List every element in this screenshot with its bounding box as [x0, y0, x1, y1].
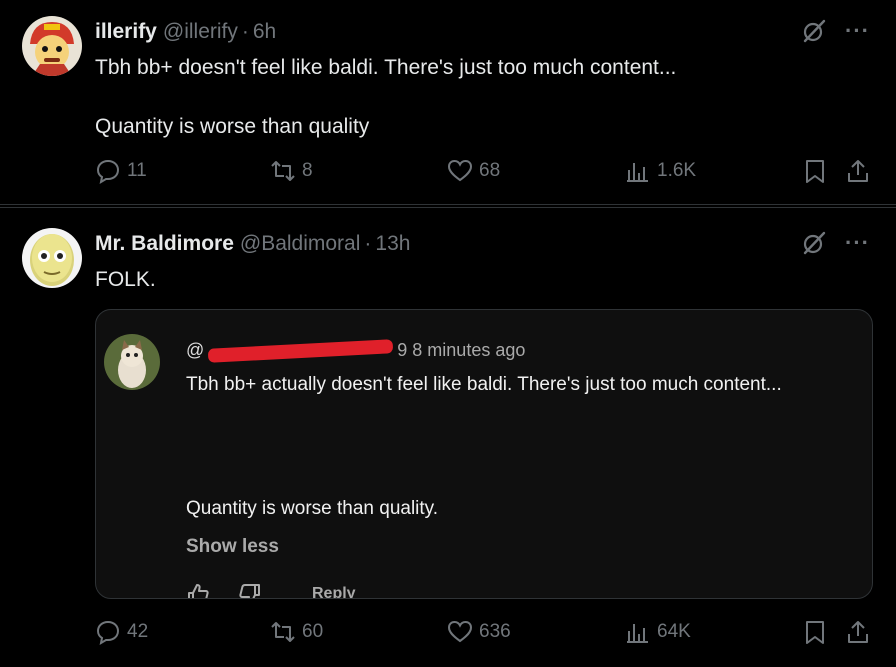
comment-header: @ 9 8 minutes ago [186, 338, 526, 363]
display-name[interactable]: Mr. Baldimore [95, 232, 234, 256]
views-icon [627, 624, 648, 643]
comment-text-line: Quantity is worse than quality. [186, 498, 439, 519]
avatar[interactable] [22, 16, 82, 76]
baldi-avatar-icon [22, 228, 82, 288]
display-name[interactable]: illerify [95, 20, 157, 44]
thumbs-down-icon [239, 584, 260, 598]
repost-count: 60 [302, 621, 324, 642]
reply-button[interactable]: 11 [95, 158, 147, 184]
grok-icon[interactable] [801, 230, 827, 256]
repost-button[interactable]: 8 [270, 158, 313, 184]
repost-icon [271, 622, 295, 642]
comment-text-line: Tbh bb+ actually doesn't feel like baldi… [186, 374, 782, 395]
views-button[interactable]: 64K [625, 619, 691, 645]
more-options-icon[interactable]: ··· [845, 232, 870, 254]
more-options-icon[interactable]: ··· [845, 20, 870, 42]
cat-avatar-icon [104, 334, 160, 390]
separator: · [364, 232, 372, 255]
heart-icon [447, 620, 473, 643]
share-button[interactable] [845, 158, 871, 184]
post-text-line: FOLK. [95, 268, 156, 291]
show-less-link: Show less [186, 536, 279, 557]
redaction-mark [208, 338, 394, 363]
post-baldimore[interactable]: Mr. Baldimore @Baldimoral · 13h ··· FOLK… [0, 207, 896, 667]
view-count: 1.6K [657, 160, 697, 181]
reply-count: 42 [127, 621, 149, 642]
heart-icon [447, 159, 473, 182]
post-actions: 11 8 68 1.6K [95, 158, 870, 188]
comment-avatar [104, 334, 160, 390]
bookmark-button[interactable] [802, 619, 828, 645]
comment-actions: Reply [186, 582, 356, 599]
repost-icon [271, 161, 295, 181]
post-actions: 42 60 636 64K [95, 619, 870, 649]
share-icon [848, 621, 868, 643]
post-top-icons: ··· [801, 18, 870, 44]
illerify-avatar-icon [22, 16, 82, 76]
timestamp[interactable]: 13h [375, 232, 410, 256]
like-count: 636 [479, 621, 511, 642]
views-icon [627, 163, 648, 182]
post-top-icons: ··· [801, 230, 870, 256]
user-handle[interactable]: @Baldimoral [240, 232, 361, 256]
thumbs-up-icon [188, 584, 209, 598]
view-count: 64K [657, 621, 691, 642]
timestamp[interactable]: 6h [253, 20, 276, 44]
repost-count: 8 [302, 160, 313, 181]
bookmark-button[interactable] [802, 158, 828, 184]
reply-count: 11 [127, 160, 147, 181]
separator: · [241, 20, 249, 43]
comment-reply-label: Reply [312, 585, 356, 599]
comment-username: @ [186, 340, 205, 360]
grok-icon[interactable] [801, 18, 827, 44]
post-illerify[interactable]: illerify @illerify · 6h ··· Tbh bb+ does… [0, 0, 896, 205]
reply-icon [96, 159, 120, 184]
repost-button[interactable]: 60 [270, 619, 323, 645]
embedded-comment-screenshot[interactable]: @ 9 8 minutes ago Tbh bb+ actually doesn… [95, 309, 873, 599]
like-button[interactable]: 68 [447, 158, 500, 184]
post-header: Mr. Baldimore @Baldimoral · 13h [95, 232, 410, 256]
user-handle[interactable]: @illerify [163, 20, 238, 44]
comment-time: 9 8 minutes ago [397, 340, 526, 360]
reply-button[interactable]: 42 [95, 619, 148, 645]
share-button[interactable] [845, 619, 871, 645]
views-button[interactable]: 1.6K [625, 158, 696, 184]
like-count: 68 [479, 160, 501, 181]
reply-icon [96, 620, 120, 645]
bookmark-icon [806, 621, 824, 644]
like-button[interactable]: 636 [447, 619, 511, 645]
post-text-line: Quantity is worse than quality [95, 115, 370, 138]
bookmark-icon [806, 160, 824, 183]
share-icon [848, 160, 868, 182]
post-header: illerify @illerify · 6h [95, 20, 276, 44]
post-text-line: Tbh bb+ doesn't feel like baldi. There's… [95, 56, 677, 79]
avatar[interactable] [22, 228, 82, 288]
